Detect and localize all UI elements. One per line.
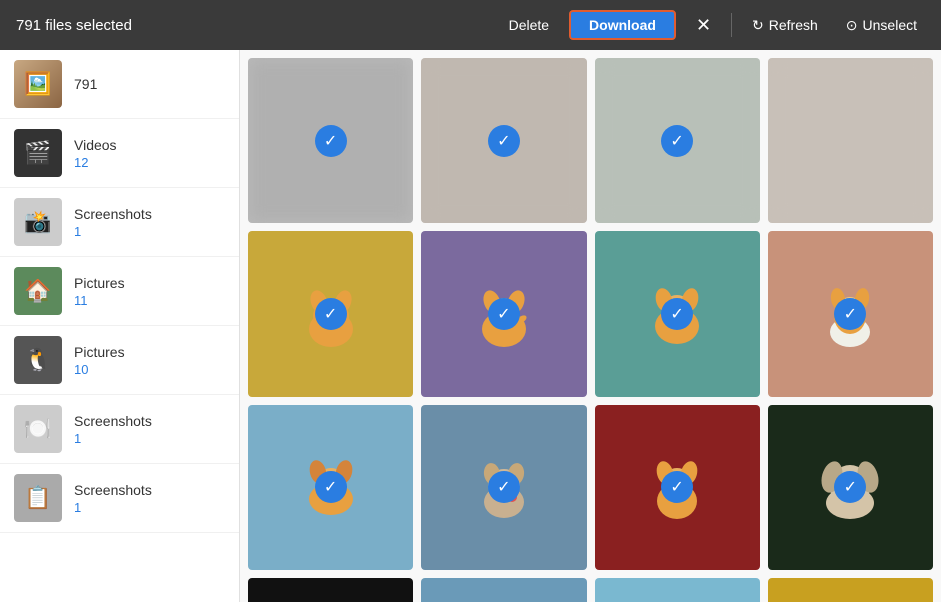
- sidebar-item-screenshots-2[interactable]: 🍽️ Screenshots 1: [0, 395, 239, 464]
- selection-count: 791 files selected: [16, 17, 485, 34]
- top-bar: 791 files selected Delete Download ✕ ↻ R…: [0, 0, 941, 50]
- sidebar-name-5: Pictures: [74, 344, 125, 360]
- sidebar-count-2: 12: [74, 155, 117, 170]
- check-icon-10: ✓: [488, 471, 520, 503]
- sidebar-count-4: 11: [74, 293, 125, 308]
- sidebar-count-3: 1: [74, 224, 152, 239]
- unselect-icon: ⊙: [846, 17, 858, 34]
- image-cell-2[interactable]: ✓: [421, 58, 586, 223]
- sidebar-count-6: 1: [74, 431, 152, 446]
- check-icon-6: ✓: [488, 298, 520, 330]
- top-bar-actions: Delete Download ✕ ↻ Refresh ⊙ Unselect: [501, 10, 925, 40]
- refresh-icon: ↻: [752, 17, 764, 34]
- check-icon-2: ✓: [488, 125, 520, 157]
- image-grid: ✓ ✓ ✓: [248, 58, 933, 602]
- sidebar-thumb-4: 🏠: [14, 267, 62, 315]
- sidebar-thumb-5: 🐧: [14, 336, 62, 384]
- check-icon-8: ✓: [834, 298, 866, 330]
- download-button[interactable]: Download: [569, 10, 676, 40]
- sidebar-count-5: 10: [74, 362, 125, 377]
- sidebar-item-pictures-1[interactable]: 🏠 Pictures 11: [0, 257, 239, 326]
- sidebar-item-screenshots-3[interactable]: 📋 Screenshots 1: [0, 464, 239, 533]
- image-cell-7[interactable]: ✓: [595, 231, 760, 396]
- check-icon-5: ✓: [315, 298, 347, 330]
- image-cell-3[interactable]: ✓: [595, 58, 760, 223]
- check-icon-1: ✓: [315, 125, 347, 157]
- sidebar-item-pictures-2[interactable]: 🐧 Pictures 10: [0, 326, 239, 395]
- image-cell-6[interactable]: ✓: [421, 231, 586, 396]
- image-cell-11[interactable]: ✓: [595, 405, 760, 570]
- sidebar-thumb-7: 📋: [14, 474, 62, 522]
- sidebar-name-3: Screenshots: [74, 206, 152, 222]
- check-icon-12: ✓: [834, 471, 866, 503]
- main-layout: 🖼️ 791 🎬 Videos 12 📸 Screenshots 1 🏠 Pic…: [0, 50, 941, 602]
- image-cell-1[interactable]: ✓: [248, 58, 413, 223]
- refresh-button[interactable]: ↻ Refresh: [744, 13, 826, 38]
- sidebar-thumb-1: 🖼️: [14, 60, 62, 108]
- image-cell-13[interactable]: ✓: [248, 578, 413, 602]
- image-cell-16[interactable]: 100% FINE GOLD ✓: [768, 578, 933, 602]
- divider: [731, 13, 732, 37]
- sidebar-name-1: 791: [74, 76, 97, 92]
- check-icon-9: ✓: [315, 471, 347, 503]
- sidebar-thumb-2: 🎬: [14, 129, 62, 177]
- check-icon-7: ✓: [661, 298, 693, 330]
- sidebar: 🖼️ 791 🎬 Videos 12 📸 Screenshots 1 🏠 Pic…: [0, 50, 240, 602]
- image-cell-12[interactable]: ✓: [768, 405, 933, 570]
- sidebar-thumb-3: 📸: [14, 198, 62, 246]
- sidebar-thumb-6: 🍽️: [14, 405, 62, 453]
- sidebar-count-7: 1: [74, 500, 152, 515]
- check-icon-11: ✓: [661, 471, 693, 503]
- close-button[interactable]: ✕: [688, 11, 719, 40]
- sidebar-name-6: Screenshots: [74, 413, 152, 429]
- image-cell-14[interactable]: ✓: [421, 578, 586, 602]
- sidebar-item-screenshots-1[interactable]: 📸 Screenshots 1: [0, 188, 239, 257]
- unselect-button[interactable]: ⊙ Unselect: [838, 13, 925, 38]
- sidebar-item-videos[interactable]: 🎬 Videos 12: [0, 119, 239, 188]
- image-cell-15[interactable]: ✓: [595, 578, 760, 602]
- image-cell-8[interactable]: ✓: [768, 231, 933, 396]
- check-icon-3: ✓: [661, 125, 693, 157]
- sidebar-name-2: Videos: [74, 137, 117, 153]
- image-cell-9[interactable]: ✓: [248, 405, 413, 570]
- image-cell-10[interactable]: ✓: [421, 405, 586, 570]
- delete-button[interactable]: Delete: [501, 13, 557, 37]
- content-area: ✓ ✓ ✓: [240, 50, 941, 602]
- image-cell-5[interactable]: ✓: [248, 231, 413, 396]
- image-cell-4[interactable]: [768, 58, 933, 223]
- sidebar-name-7: Screenshots: [74, 482, 152, 498]
- sidebar-item-all[interactable]: 🖼️ 791: [0, 50, 239, 119]
- sidebar-name-4: Pictures: [74, 275, 125, 291]
